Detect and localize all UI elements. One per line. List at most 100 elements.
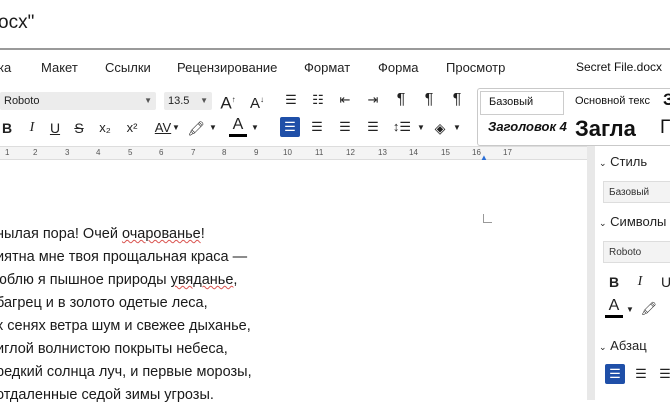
document-line: юблю я пышное природы увяданье, xyxy=(0,272,238,288)
panel-highlight-icon[interactable]: 🖍 xyxy=(639,299,659,319)
chevron-down-icon[interactable]: ▼ xyxy=(416,118,426,138)
ruler-number: 3 xyxy=(65,148,70,157)
ruler-number: 12 xyxy=(346,148,355,157)
line-spacing-icon[interactable]: ↕☰ xyxy=(392,117,412,137)
ruler-number: 17 xyxy=(503,148,512,157)
panel-underline-button[interactable]: U xyxy=(659,272,670,292)
menu-item-view[interactable]: Просмотр xyxy=(446,60,505,75)
panel-bold-button[interactable]: B xyxy=(607,272,621,292)
document-filename: Secret File.docx xyxy=(575,60,662,74)
document-line: нылая пора! Очей очарованье! xyxy=(0,226,205,242)
chevron-down-icon[interactable]: ▼ xyxy=(250,118,260,138)
menu-item-insert[interactable]: ка xyxy=(0,60,11,75)
chevron-down-icon: ⌄ xyxy=(599,158,607,168)
symbols-section-label: Символы xyxy=(610,214,667,229)
underline-button[interactable]: U xyxy=(48,118,62,138)
horizontal-ruler[interactable]: 1 2 3 4 5 6 7 8 9 10 11 12 13 14 15 16 1… xyxy=(0,146,587,162)
chevron-down-icon: ⌄ xyxy=(599,342,607,352)
ruler-number: 1 xyxy=(5,148,10,157)
window-title: ocx" xyxy=(0,12,35,33)
bullet-list-icon[interactable]: ☰ xyxy=(282,90,300,110)
ruler-number: 4 xyxy=(96,148,101,157)
style-section-header[interactable]: ⌄ Стиль xyxy=(599,154,647,169)
font-size-value: 13.5 xyxy=(168,95,190,107)
ruler-number: 14 xyxy=(409,148,418,157)
panel-font-select[interactable]: Roboto xyxy=(603,241,670,263)
decrease-font-icon[interactable]: A↓ xyxy=(248,90,266,114)
menu-item-form[interactable]: Форма xyxy=(378,60,419,75)
rtl-paragraph-icon[interactable]: ¶ xyxy=(448,90,466,110)
decrease-indent-icon[interactable]: ⇤ xyxy=(336,90,354,110)
chevron-down-icon[interactable]: ▼ xyxy=(171,118,181,138)
panel-font-color-icon[interactable]: A xyxy=(605,297,623,318)
paragraph-section-header[interactable]: ⌄ Абзац xyxy=(599,338,647,353)
panel-align-left-button[interactable]: ☰ xyxy=(605,364,625,384)
ruler-number: 5 xyxy=(128,148,133,157)
ruler-number: 2 xyxy=(33,148,38,157)
subscript-button[interactable]: x₂ xyxy=(96,118,114,138)
menu-bar: ка Макет Ссылки Рецензирование Формат Фо… xyxy=(0,50,670,84)
ruler-number: 8 xyxy=(222,148,227,157)
document-line: иглой волнистою покрыты небеса, xyxy=(0,341,228,357)
chevron-down-icon: ⌄ xyxy=(599,218,607,228)
superscript-button[interactable]: x² xyxy=(123,118,141,138)
style-heading4[interactable]: Заголовок 4 xyxy=(488,119,567,134)
menu-item-layout[interactable]: Макет xyxy=(41,60,78,75)
styles-gallery: Базовый Основной текс З Заголовок 4 Загл… xyxy=(477,88,670,146)
style-heading-partial[interactable]: З xyxy=(663,90,670,110)
font-size-select[interactable]: 13.5 ▼ xyxy=(164,92,212,110)
ruler-number: 13 xyxy=(378,148,387,157)
align-justify-button[interactable]: ☰ xyxy=(363,117,383,137)
font-family-select[interactable]: Roboto ▼ xyxy=(0,92,156,110)
ruler-number: 9 xyxy=(254,148,259,157)
panel-divider xyxy=(587,146,595,400)
menu-item-review[interactable]: Рецензирование xyxy=(177,60,277,75)
style-main-text[interactable]: Основной текс xyxy=(575,95,650,107)
strikethrough-button[interactable]: S xyxy=(72,118,86,138)
document-page[interactable]: нылая пора! Очей очарованье! иятна мне т… xyxy=(0,160,587,403)
increase-indent-icon[interactable]: ⇥ xyxy=(364,90,382,110)
style-basic-label: Базовый xyxy=(489,96,534,108)
ruler-number: 7 xyxy=(191,148,196,157)
chevron-down-icon[interactable]: ▼ xyxy=(452,118,462,138)
menu-item-format[interactable]: Формат xyxy=(304,60,350,75)
style-section-label: Стиль xyxy=(610,154,648,169)
align-center-button[interactable]: ☰ xyxy=(307,117,327,137)
panel-italic-button[interactable]: I xyxy=(633,272,647,292)
formatting-side-panel: ⌄ Стиль Базовый ⌄ Символы Roboto B I U A… xyxy=(595,146,670,400)
style-select[interactable]: Базовый xyxy=(603,181,670,203)
font-color-button[interactable]: A xyxy=(229,116,247,137)
increase-font-icon[interactable]: A↑ xyxy=(219,90,237,114)
document-line: х сенях ветра шум и свежее дыханье, xyxy=(0,318,251,334)
highlight-icon[interactable]: 🖍 xyxy=(186,118,206,138)
title-bar: ocx" xyxy=(0,0,670,48)
align-right-button[interactable]: ☰ xyxy=(335,117,355,137)
document-line: иятна мне твоя прощальная краса — xyxy=(0,249,248,265)
ltr-paragraph-icon[interactable]: ¶ xyxy=(420,90,438,110)
style-heading-big[interactable]: Загла xyxy=(575,116,636,142)
ruler-number: 10 xyxy=(283,148,292,157)
chevron-down-icon: ▼ xyxy=(144,96,152,105)
ruler-number: 11 xyxy=(315,148,324,157)
style-heading-partial2[interactable]: Г xyxy=(660,117,670,139)
document-line: редкий солнца луч, и первые морозы, xyxy=(0,364,252,380)
chevron-down-icon[interactable]: ▼ xyxy=(625,300,635,320)
style-basic-tile[interactable]: Базовый xyxy=(480,91,564,115)
paragraph-section-label: Абзац xyxy=(610,338,647,353)
shading-icon[interactable]: ◈ xyxy=(430,118,450,138)
italic-button[interactable]: I xyxy=(25,118,39,138)
panel-align-right-button[interactable]: ☰ xyxy=(655,364,670,384)
menu-item-references[interactable]: Ссылки xyxy=(105,60,151,75)
ruler-number: 6 xyxy=(159,148,164,157)
pilcrow-icon[interactable]: ¶ xyxy=(392,90,410,110)
numbered-list-icon[interactable]: ☷ xyxy=(309,90,327,110)
bold-button[interactable]: B xyxy=(0,118,14,138)
panel-align-center-button[interactable]: ☰ xyxy=(631,364,651,384)
chevron-down-icon[interactable]: ▼ xyxy=(208,118,218,138)
document-line: отдаленные седой зимы угрозы. xyxy=(0,387,214,403)
page-margin-mark xyxy=(483,214,492,223)
align-left-button[interactable]: ☰ xyxy=(280,117,300,137)
ruler-number: 15 xyxy=(441,148,450,157)
chevron-down-icon: ▼ xyxy=(200,96,208,105)
symbols-section-header[interactable]: ⌄ Символы xyxy=(599,214,666,229)
